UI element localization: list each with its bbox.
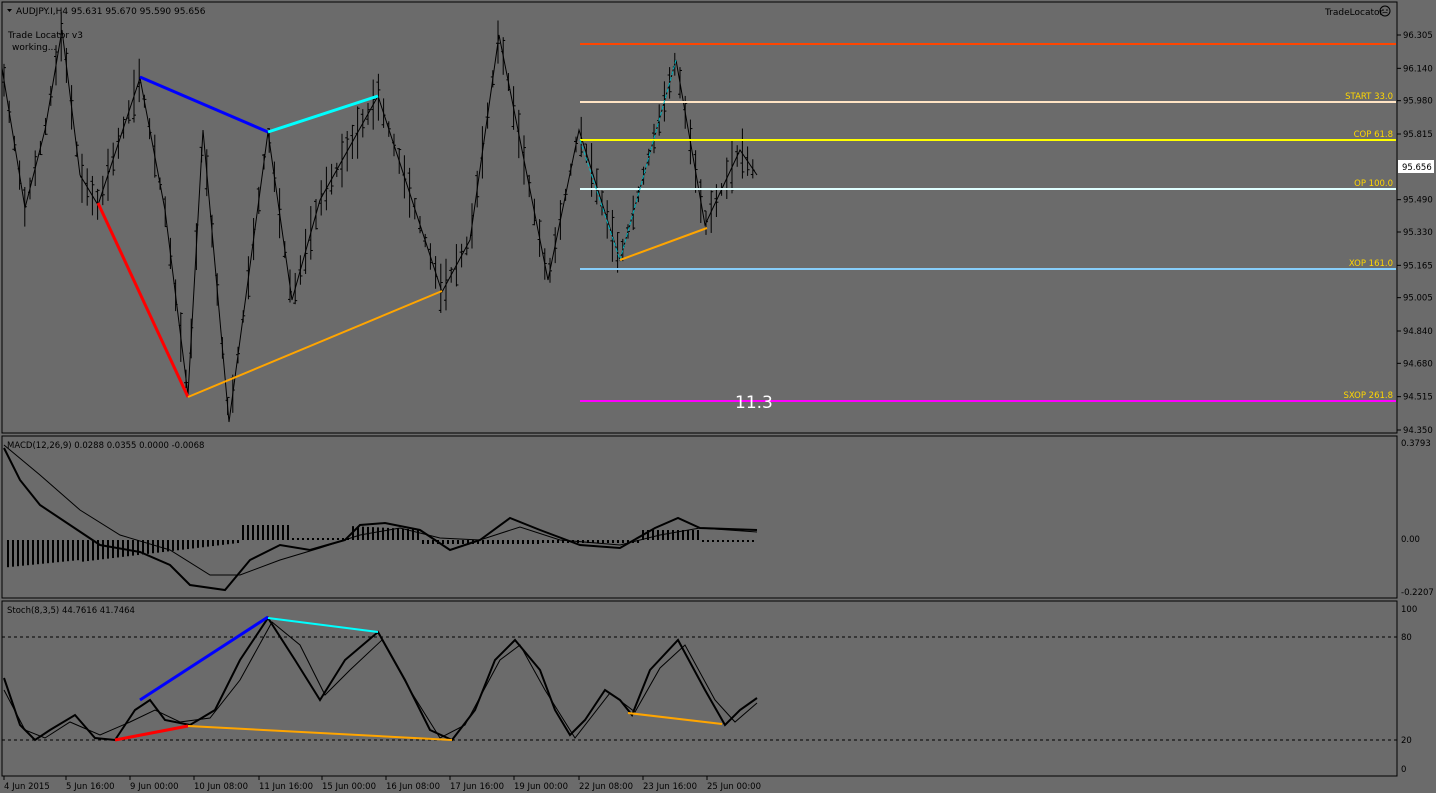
pattern-ab [139,75,269,134]
time-tick: 15 Jun 00:00 [322,782,376,792]
stoch-bc [267,617,379,633]
stoch-axis: 100 80 20 0 [1401,605,1417,775]
price-tick: 95.330 [1403,228,1433,238]
trading-chart[interactable]: START 33.0 COP 61.8 OP 100.0 XOP 161.0 SXOP … [0,0,1436,793]
fib-levels: START 33.0 COP 61.8 OP 100.0 XOP 161.0 SXOP … [580,43,1396,402]
price-tick: 95.165 [1403,261,1433,271]
time-tick: 16 Jun 08:00 [386,782,440,792]
level-label-start: START 33.0 [1345,92,1393,102]
price-tick: 94.515 [1403,393,1433,403]
svg-text:95.656: 95.656 [1402,163,1432,173]
price-tick: 95.980 [1403,97,1433,107]
level-label-cop: COP 61.8 [1354,130,1393,140]
time-tick: 9 Jun 00:00 [130,782,179,792]
brand-label: TradeLocator [1324,8,1384,18]
macd-panel-frame [1,435,1398,599]
chart-menu-triangle-icon[interactable] [7,9,12,12]
time-tick: 23 Jun 16:00 [643,782,697,792]
time-tick: 5 Jun 16:00 [66,782,115,792]
price-tick: 96.305 [1403,31,1433,41]
svg-text:80: 80 [1401,633,1412,643]
price-tick: 94.840 [1403,327,1433,337]
stoch-panel-frame [1,600,1398,777]
svg-text:0: 0 [1401,765,1406,775]
pattern-xa [96,202,190,398]
macd-axis: 0.3793 0.00 -0.2207 [1401,439,1434,598]
zigzag-line [1,29,758,423]
pattern-cd [187,290,443,398]
symbol-info: AUDJPY.I,H4 95.631 95.670 95.590 95.656 [16,7,206,17]
pattern-recent-b [619,59,677,261]
price-axis: 96.305 96.140 95.980 95.815 95.490 95.330 95.1… [1397,31,1433,436]
level-label-xop: XOP 161.0 [1349,259,1393,269]
price-tick: 94.350 [1403,426,1433,436]
stoch-xa [114,724,189,742]
price-tick: 94.680 [1403,359,1433,369]
stoch-label: Stoch(8,3,5) 44.7616 41.7464 [7,606,135,616]
svg-text:-0.2207: -0.2207 [1401,588,1434,598]
time-tick: 19 Jun 00:00 [514,782,568,792]
price-tick: 95.490 [1403,196,1433,206]
macd-signal-lines [3,444,758,592]
time-tick: 11 Jun 16:00 [259,782,313,792]
stoch-lines [3,616,758,742]
time-tick: 17 Jun 16:00 [450,782,504,792]
price-tick: 95.005 [1403,294,1433,304]
macd-label: MACD(12,26,9) 0.0288 0.0355 0.0000 -0.00… [7,441,204,451]
harmonic-pattern [96,59,708,398]
stoch-ab [139,615,269,702]
price-tick: 96.140 [1403,64,1433,74]
time-tick: 25 Jun 00:00 [707,782,761,792]
indicator-name: Trade Locator v3 [7,31,83,41]
stoch-divergence-lines [114,615,723,742]
time-tick: 4 Jun 2015 [4,782,50,792]
svg-text:100: 100 [1401,605,1417,615]
svg-text:0.00: 0.00 [1401,535,1420,545]
pattern-recent-cd [619,227,708,261]
level-label-op: OP 100.0 [1354,179,1393,189]
current-price-tag: 95.656 [1398,160,1434,173]
time-tick: 10 Jun 08:00 [194,782,248,792]
svg-text:20: 20 [1401,736,1412,746]
overlay-number: 11.3 [735,393,773,413]
svg-text:0.3793: 0.3793 [1401,439,1431,449]
level-label-sxop: SXOP 261.8 [1343,391,1393,401]
price-bars [2,12,755,416]
time-tick: 22 Jun 08:00 [579,782,633,792]
stoch-cd [187,725,453,741]
indicator-status: working... [12,43,56,53]
stoch-recent-cd [627,712,723,725]
price-tick: 95.815 [1403,130,1433,140]
time-axis: 4 Jun 2015 5 Jun 16:00 9 Jun 00:00 10 Jun 0… [3,776,761,792]
